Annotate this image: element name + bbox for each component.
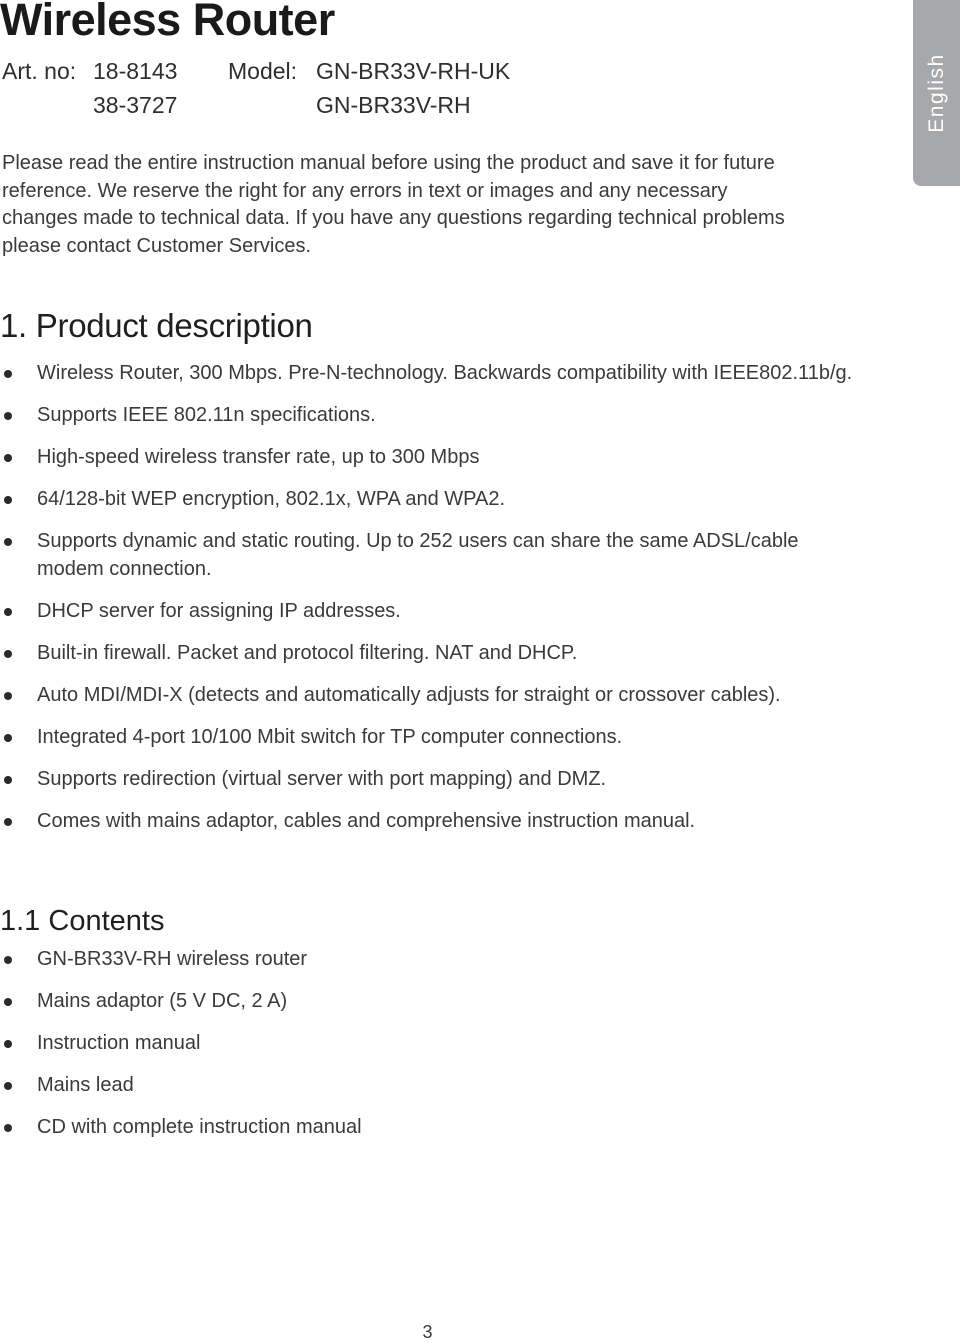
- bullet-icon: [4, 956, 12, 964]
- bullet-icon: [4, 454, 12, 462]
- language-tab-label: English: [924, 53, 948, 133]
- model-value: GN-BR33V-RH: [316, 92, 471, 118]
- bullet-icon: [4, 775, 12, 784]
- list-item: 64/128-bit WEP encryption, 802.1x, WPA a…: [0, 486, 860, 514]
- list-item: Instruction manual: [0, 1030, 860, 1058]
- bullet-icon: [4, 1124, 12, 1132]
- list-item: Comes with mains adaptor, cables and com…: [0, 808, 860, 836]
- bullet-icon: [4, 370, 12, 378]
- list-item: GN-BR33V-RH wireless router: [0, 946, 860, 974]
- art-no-value: 38-3727: [93, 92, 178, 118]
- bullet-icon: [4, 412, 12, 420]
- list-item: Supports redirection (virtual server wit…: [0, 766, 860, 794]
- list-item: Integrated 4-port 10/100 Mbit switch for…: [0, 724, 860, 752]
- bullet-icon: [4, 733, 12, 742]
- product-description-list: Wireless Router, 300 Mbps. Pre-N-technol…: [0, 360, 860, 850]
- list-item: Auto MDI/MDI-X (detects and automaticall…: [0, 682, 860, 710]
- art-no-label: Art. no:: [2, 58, 77, 84]
- contents-list: GN-BR33V-RH wireless router Mains adapto…: [0, 946, 860, 1156]
- list-item: Built-in firewall. Packet and protocol f…: [0, 640, 860, 668]
- intro-paragraph: Please read the entire instruction manua…: [2, 152, 785, 257]
- model-value: GN-BR33V-RH-UK: [316, 58, 511, 84]
- section-heading-product-description: 1. Product description: [0, 307, 313, 344]
- bullet-icon: [4, 538, 12, 546]
- list-item: Wireless Router, 300 Mbps. Pre-N-technol…: [0, 360, 860, 388]
- bullet-icon: [4, 817, 12, 826]
- document-title: Wireless Router: [0, 0, 335, 45]
- list-item: Mains adaptor (5 V DC, 2 A): [0, 988, 860, 1016]
- language-tab: English: [913, 0, 960, 186]
- list-item: CD with complete instruction manual: [0, 1114, 860, 1142]
- list-item: Supports IEEE 802.11n specifications.: [0, 402, 860, 430]
- art-no-value: 18-8143: [93, 58, 178, 84]
- bullet-icon: [4, 998, 12, 1006]
- bullet-icon: [4, 1040, 12, 1048]
- list-item: High-speed wireless transfer rate, up to…: [0, 444, 860, 472]
- section-heading-contents: 1.1 Contents: [0, 905, 165, 937]
- bullet-icon: [4, 607, 12, 616]
- list-item: Mains lead: [0, 1072, 860, 1100]
- list-item: DHCP server for assigning IP addresses.: [0, 598, 860, 626]
- bullet-icon: [4, 691, 12, 700]
- bullet-icon: [4, 496, 12, 504]
- model-label: Model:: [228, 58, 298, 84]
- bullet-icon: [4, 649, 12, 658]
- list-item: Supports dynamic and static routing. Up …: [0, 528, 860, 583]
- bullet-icon: [4, 1082, 12, 1090]
- page-number: 3: [422, 1322, 433, 1342]
